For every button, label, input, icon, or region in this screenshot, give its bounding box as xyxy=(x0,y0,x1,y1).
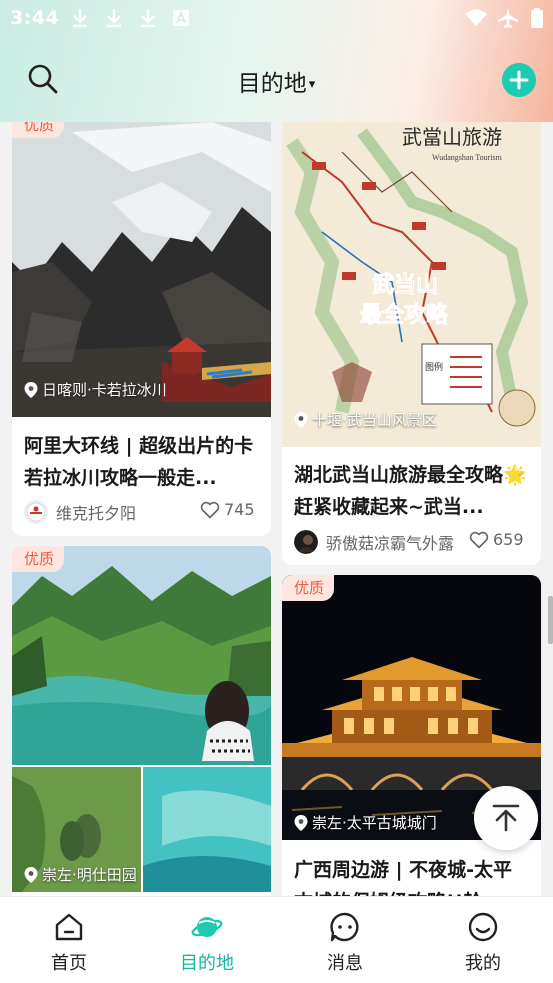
avatar xyxy=(24,500,48,524)
download-notification-icon xyxy=(141,9,155,28)
home-icon xyxy=(55,913,83,941)
map-overlay-line2: 最全攻略 xyxy=(360,302,449,328)
nav-label: 我的 xyxy=(465,953,501,974)
post-author[interactable]: 维克托夕阳 xyxy=(24,500,136,524)
map-overlay-line1: 武当山 xyxy=(372,272,438,298)
like-count: 745 xyxy=(224,500,255,519)
quality-badge: 优质 xyxy=(12,546,65,572)
nav-profile[interactable]: 我的 xyxy=(414,897,552,983)
post-card[interactable]: 武當山旅游 Wudangshan Tourism 武当山 最全攻略 图例 十堰·… xyxy=(282,122,541,565)
quality-badge: 优质 xyxy=(282,575,335,601)
planet-icon xyxy=(191,917,223,937)
destination-selector[interactable]: 目的地 ▾ xyxy=(0,64,553,98)
nav-label: 目的地 xyxy=(180,953,234,974)
nav-messages[interactable]: 消息 xyxy=(276,897,414,983)
add-post-button[interactable] xyxy=(502,63,536,97)
page-title: 目的地 xyxy=(237,71,307,97)
location-label: 日喀则·卡若拉冰川 xyxy=(42,381,167,399)
location-pin-icon xyxy=(24,381,38,398)
location-label: 十堰·武当山风景区 xyxy=(312,411,437,429)
post-title[interactable]: 阿里大环线 | 超级出片的卡若拉冰川攻略一般走... xyxy=(24,430,260,494)
download-notification-icon xyxy=(107,9,121,28)
location-pin-icon xyxy=(294,411,308,428)
chevron-down-icon: ▾ xyxy=(308,77,316,92)
map-legend-label: 图例 xyxy=(425,361,443,373)
location-tag[interactable]: 十堰·武当山风景区 xyxy=(294,409,437,430)
battery-icon xyxy=(531,8,543,28)
post-title[interactable]: 湖北武当山旅游最全攻略🌟赶紧收藏起来~武当... xyxy=(294,459,530,523)
top-bar: 3:44 目的地 ▾ xyxy=(0,0,553,122)
post-author[interactable]: 骄傲菇凉霸气外露 xyxy=(294,530,454,554)
post-card[interactable]: 优质 崇左·明仕田园 xyxy=(12,546,271,896)
location-pin-icon xyxy=(294,814,308,831)
status-bar: 3:44 xyxy=(0,0,553,36)
back-to-top-button[interactable] xyxy=(474,786,538,850)
heart-icon xyxy=(469,531,489,548)
message-icon xyxy=(330,912,359,942)
avatar xyxy=(294,530,318,554)
post-cover-image: 武當山旅游 Wudangshan Tourism 武当山 最全攻略 图例 xyxy=(282,122,541,447)
author-name: 维克托夕阳 xyxy=(56,504,137,523)
status-time: 3:44 xyxy=(10,7,60,29)
location-pin-icon xyxy=(24,866,38,883)
location-tag[interactable]: 崇左·明仕田园 xyxy=(24,864,137,885)
quality-badge: 优质 xyxy=(12,122,65,138)
nav-destination[interactable]: 目的地 xyxy=(138,897,276,983)
heart-icon xyxy=(200,501,220,518)
download-notification-icon xyxy=(73,9,87,28)
location-label: 崇左·太平古城城门 xyxy=(312,814,437,832)
wifi-icon xyxy=(465,9,487,26)
author-name: 骄傲菇凉霸气外露 xyxy=(326,534,455,553)
nav-label: 消息 xyxy=(327,953,363,974)
location-tag[interactable]: 日喀则·卡若拉冰川 xyxy=(24,379,167,400)
feed-scrollbar[interactable] xyxy=(548,596,553,644)
like-button[interactable]: 745 xyxy=(200,500,255,519)
profile-icon xyxy=(468,912,498,942)
post-card[interactable]: 优质 日喀则·卡若拉冰川 阿里大环线 | 超级出片的卡若拉冰川攻略一般走... … xyxy=(12,122,271,536)
header: 目的地 ▾ xyxy=(0,50,553,110)
post-cover-image xyxy=(12,122,271,417)
nav-home[interactable]: 首页 xyxy=(0,897,138,983)
nav-label: 首页 xyxy=(51,953,87,974)
bottom-navigation: 首页 目的地 消息 我的 xyxy=(0,896,553,983)
destination-feed[interactable]: 优质 日喀则·卡若拉冰川 阿里大环线 | 超级出片的卡若拉冰川攻略一般走... … xyxy=(0,122,553,896)
post-cover-image xyxy=(12,546,271,892)
like-button[interactable]: 659 xyxy=(469,530,524,549)
post-title[interactable]: 广西周边游 | 不夜城-太平古城的保姆级攻略!!耠... xyxy=(294,854,530,896)
map-subtitle: Wudangshan Tourism xyxy=(432,153,503,162)
text-notification-icon xyxy=(173,10,189,26)
map-title: 武當山旅游 xyxy=(402,126,502,149)
location-tag[interactable]: 崇左·太平古城城门 xyxy=(294,812,437,833)
location-label: 崇左·明仕田园 xyxy=(42,866,137,884)
like-count: 659 xyxy=(493,530,524,549)
airplane-mode-icon xyxy=(498,8,518,28)
